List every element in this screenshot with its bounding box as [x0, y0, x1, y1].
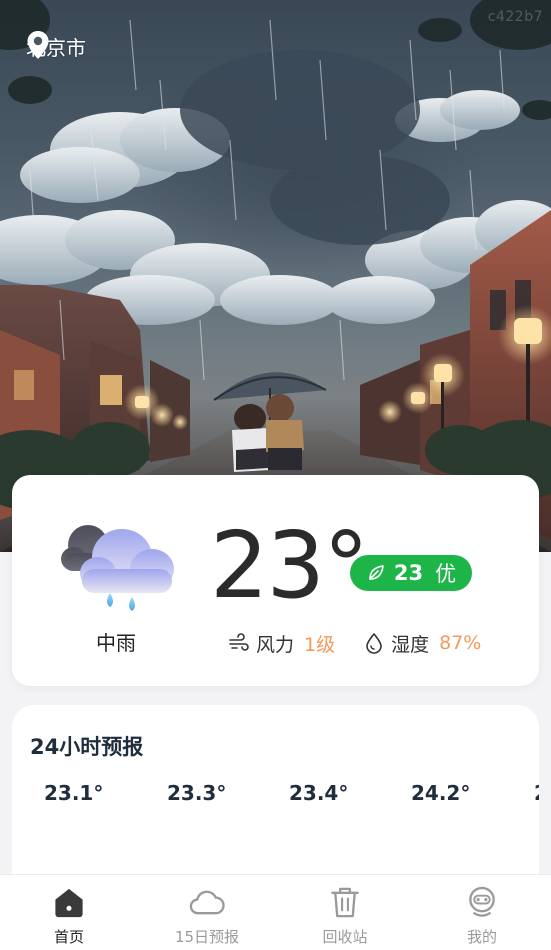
rainy-street-illustration	[0, 0, 551, 552]
tab-mine[interactable]: 我的	[427, 885, 537, 947]
humidity-stat: 湿度 87%	[363, 630, 481, 657]
wind-icon	[229, 633, 249, 651]
hourly-forecast-title: 24小时预报	[30, 735, 144, 759]
weather-stats: 风力 1级 湿度 87%	[228, 629, 481, 657]
weather-app-screen: c422b7 北京市 中雨 23° 23 优 风力 1级 湿度 87% 24小时…	[0, 0, 551, 950]
aqi-value: 23	[393, 561, 424, 585]
wind-stat: 风力 1级	[228, 630, 335, 657]
robot-face-icon	[469, 886, 495, 917]
tab-home-label: 首页	[53, 928, 84, 946]
humidity-label: 湿度	[391, 633, 430, 656]
water-drop-icon	[366, 633, 382, 654]
aqi-level: 优	[435, 562, 457, 586]
hourly-forecast-list[interactable]: 23.1° 23.3° 23.4° 24.2° 2	[12, 781, 539, 811]
hourly-temp: 23.3°	[167, 781, 227, 805]
tab-mine-label: 我的	[466, 928, 497, 946]
cloud-icon	[189, 890, 225, 915]
bottom-tab-bar: 首页 15日预报 回收站 我的	[0, 874, 551, 950]
tab-recycle-bin[interactable]: 回收站	[290, 885, 400, 947]
tab-15day-forecast[interactable]: 15日预报	[152, 885, 262, 947]
weather-condition: 中雨	[96, 631, 136, 655]
home-icon	[55, 888, 83, 918]
wind-label: 风力	[256, 633, 295, 656]
humidity-value: 87%	[439, 632, 482, 654]
location-pin-icon	[27, 31, 49, 59]
trash-icon	[331, 887, 359, 918]
location-selector[interactable]: 北京市	[26, 30, 86, 62]
leaf-icon	[369, 565, 384, 580]
hourly-temp: 24.2°	[411, 781, 471, 805]
tab-recycle-label: 回收站	[322, 928, 368, 946]
aqi-badge[interactable]: 23 优	[350, 555, 472, 591]
hourly-temp: 23.4°	[289, 781, 349, 805]
hero-background: c422b7 北京市	[0, 0, 551, 552]
tab-15day-label: 15日预报	[174, 928, 240, 946]
hourly-temp: 23.1°	[44, 781, 104, 805]
watermark: c422b7	[487, 9, 543, 25]
current-temperature: 23°	[210, 512, 369, 619]
rain-cloud-icon	[61, 525, 174, 611]
hourly-temp: 2	[534, 781, 539, 805]
current-weather-card: 中雨 23° 23 优 风力 1级 湿度 87%	[12, 475, 539, 686]
wind-value: 1级	[304, 633, 336, 656]
tab-home[interactable]: 首页	[14, 885, 124, 947]
